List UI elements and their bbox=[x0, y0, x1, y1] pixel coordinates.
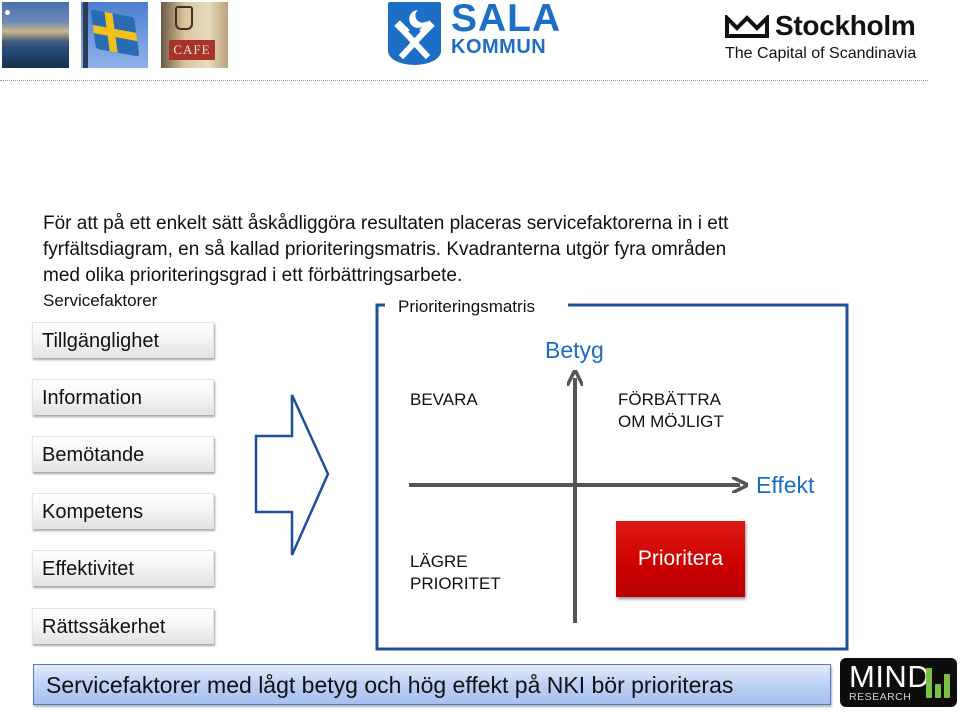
x-axis-label: Effekt bbox=[756, 472, 815, 498]
bar-chart-icon bbox=[926, 668, 932, 698]
quadrant-label-line: PRIORITET bbox=[410, 574, 501, 593]
quadrant-lagre-prioritet: LÄGRE PRIORITET bbox=[410, 551, 501, 595]
prioritera-box[interactable]: Prioritera bbox=[616, 521, 745, 597]
conclusion-banner: Servicefaktorer med lågt betyg och hög e… bbox=[33, 664, 831, 705]
y-axis-label: Betyg bbox=[545, 337, 604, 363]
quadrant-forbattra: FÖRBÄTTRA OM MÖJLIGT bbox=[618, 389, 724, 433]
mind-research-logo: MIND RESEARCH bbox=[840, 658, 957, 707]
quadrant-label-line: FÖRBÄTTRA bbox=[618, 390, 721, 409]
bar-chart-icon bbox=[944, 674, 950, 698]
mind-logo-sub: RESEARCH bbox=[849, 691, 912, 703]
matrix-diagram bbox=[254, 303, 849, 651]
block-arrow-right-icon bbox=[254, 394, 330, 556]
quadrant-bevara: BEVARA bbox=[410, 389, 478, 411]
bar-chart-icon bbox=[935, 684, 941, 698]
quadrant-label-line: OM MÖJLIGT bbox=[618, 412, 724, 431]
mind-logo-name: MIND bbox=[849, 659, 931, 694]
matrix-title: Prioriteringsmatris bbox=[396, 297, 537, 317]
quadrant-label-line: BEVARA bbox=[410, 390, 478, 409]
quadrant-label-line: LÄGRE bbox=[410, 552, 468, 571]
